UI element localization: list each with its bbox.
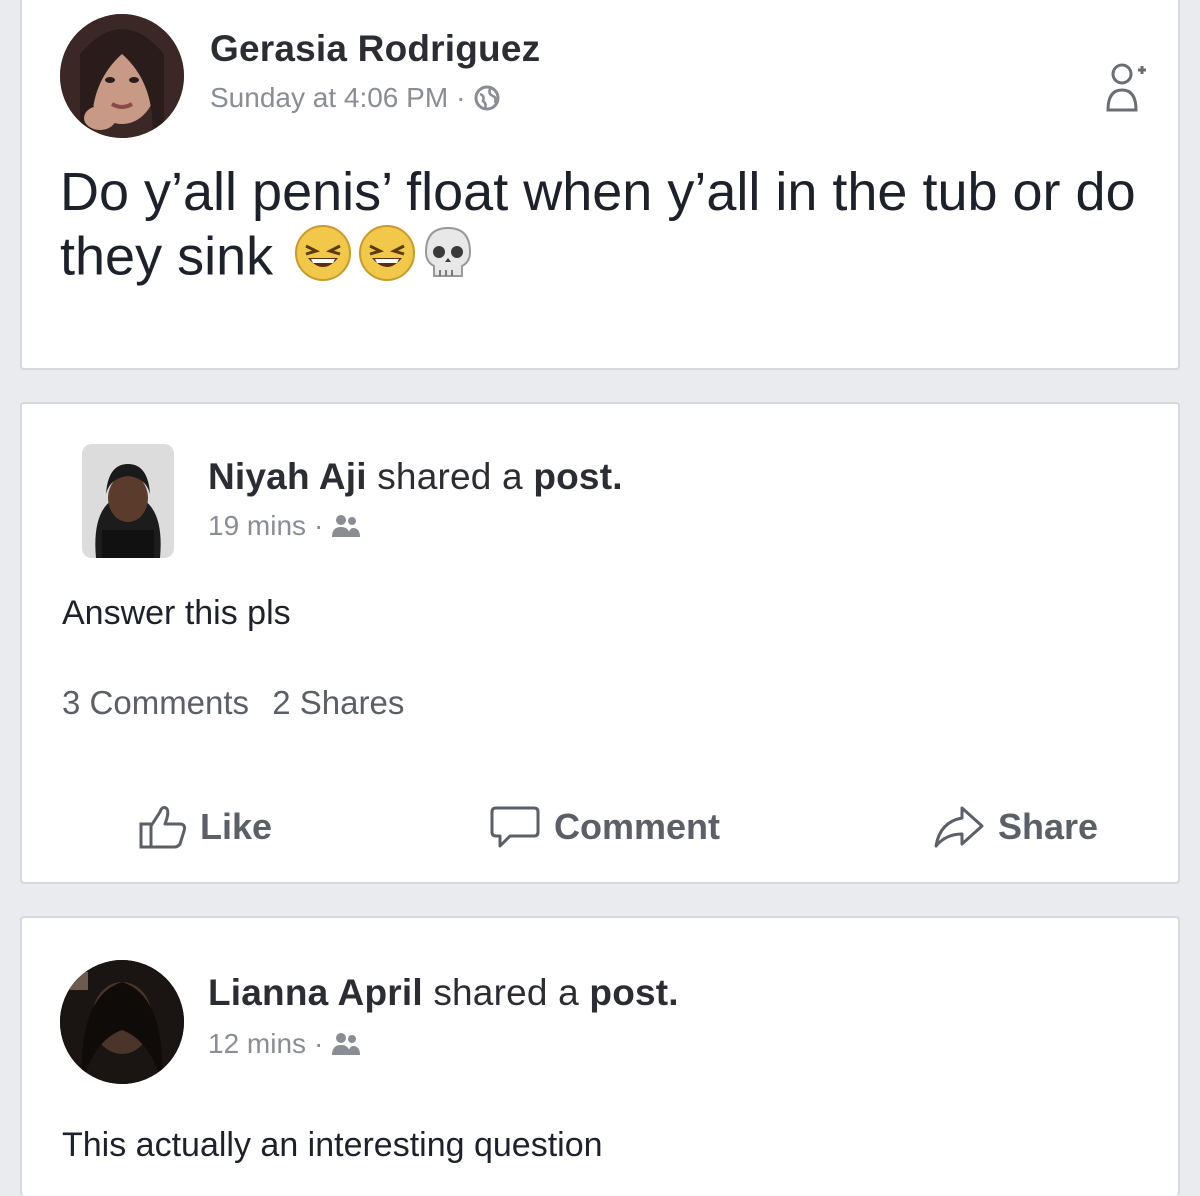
- avatar[interactable]: [60, 960, 184, 1084]
- shared-post-card: Niyah Aji shared a post. 19 mins · Answe…: [20, 402, 1180, 884]
- share-label: Share: [998, 806, 1099, 847]
- comment-icon: [490, 806, 540, 848]
- share-action: shared a: [377, 456, 523, 497]
- timestamp[interactable]: 12 mins: [208, 1028, 306, 1060]
- like-label: Like: [200, 806, 273, 847]
- add-friend-icon[interactable]: [1104, 62, 1148, 119]
- author-name[interactable]: Niyah Aji: [208, 456, 367, 497]
- post-body: Do y’all penis’ float when y’all in the …: [60, 162, 1136, 287]
- author-name[interactable]: Gerasia Rodriguez: [210, 28, 540, 70]
- meta-separator: ·: [456, 82, 466, 113]
- comment-button[interactable]: Comment: [488, 804, 720, 850]
- skull-icon: [422, 224, 474, 296]
- avatar[interactable]: [60, 14, 184, 138]
- timestamp[interactable]: Sunday at 4:06 PM: [210, 82, 448, 114]
- author-name[interactable]: Lianna April: [208, 972, 423, 1013]
- post-meta: Sunday at 4:06 PM ·: [210, 82, 501, 114]
- globe-icon: [474, 85, 500, 111]
- friends-icon: [332, 1033, 361, 1055]
- original-post-card: Gerasia Rodriguez Sunday at 4:06 PM · Do…: [20, 0, 1180, 370]
- post-meta: 19 mins ·: [208, 510, 361, 542]
- meta-separator: ·: [314, 1028, 324, 1059]
- grinning-squinting-face-icon: [358, 224, 416, 296]
- post-text: Do y’all penis’ float when y’all in the …: [60, 160, 1160, 296]
- thumbs-up-icon: [139, 806, 187, 849]
- engagement-counts: 3 Comments 2 Shares: [62, 684, 418, 722]
- author-line: Lianna April shared a post.: [208, 972, 679, 1014]
- shared-post-link[interactable]: post.: [533, 456, 622, 497]
- shared-post-link[interactable]: post.: [589, 972, 678, 1013]
- friends-icon: [332, 515, 361, 537]
- author-line: Niyah Aji shared a post.: [208, 456, 623, 498]
- shared-post-card: Lianna April shared a post. 12 mins · Th…: [20, 916, 1180, 1196]
- post-text: This actually an interesting question: [62, 1126, 603, 1164]
- timestamp[interactable]: 19 mins: [208, 510, 306, 542]
- share-button[interactable]: Share: [932, 804, 1098, 850]
- share-action: shared a: [433, 972, 579, 1013]
- grinning-squinting-face-icon: [294, 224, 352, 296]
- share-arrow-icon: [934, 806, 984, 848]
- comment-label: Comment: [554, 806, 721, 847]
- like-button[interactable]: Like: [138, 804, 272, 850]
- shares-count[interactable]: 2 Shares: [272, 684, 404, 721]
- comments-count[interactable]: 3 Comments: [62, 684, 249, 721]
- post-meta: 12 mins ·: [208, 1028, 361, 1060]
- meta-separator: ·: [314, 510, 324, 541]
- post-text: Answer this pls: [62, 594, 291, 632]
- avatar[interactable]: [82, 444, 174, 558]
